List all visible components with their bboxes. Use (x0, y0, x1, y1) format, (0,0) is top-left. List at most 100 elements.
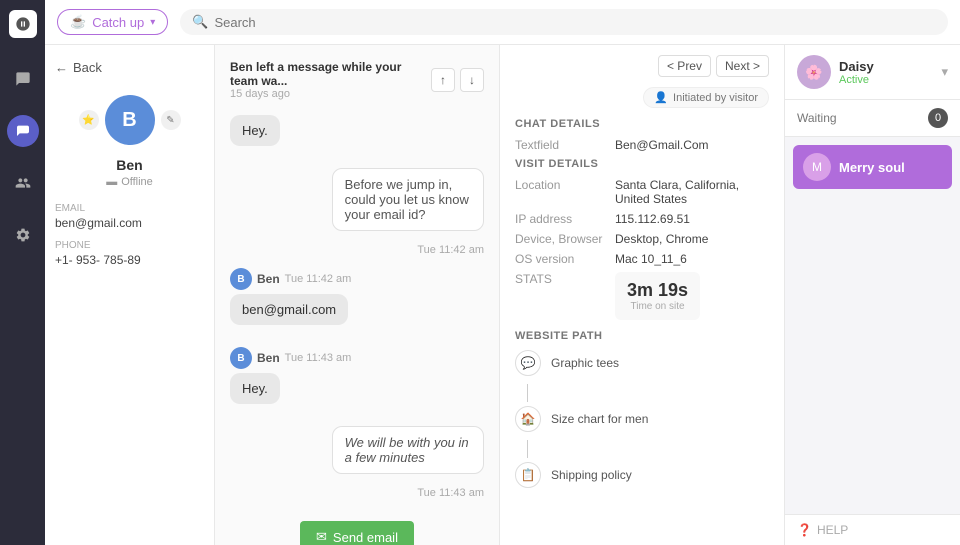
chat-header-text: Ben left a message while your team wa... (230, 60, 431, 88)
message-time: Tue 11:43 am (417, 487, 484, 499)
catch-up-label: Catch up (92, 15, 144, 30)
message-row: B Ben Tue 11:43 am Hey. (230, 347, 484, 414)
status-icon: ▬ (106, 176, 117, 188)
path-connector (527, 440, 528, 458)
message-row: Before we jump in, could you let us know… (230, 168, 484, 256)
location-row: Location Santa Clara, California, United… (515, 178, 769, 206)
message-bubble: Hey. (230, 115, 280, 146)
website-path-title: WEBSITE PATH (515, 330, 769, 342)
message-bubble: We will be with you in a few minutes (332, 426, 484, 474)
message-avatar: B (230, 347, 252, 369)
chevron-down-icon[interactable]: ▾ (941, 64, 948, 80)
message-bubble: ben@gmail.com (230, 294, 348, 325)
visit-details-title: VISIT DETAILS (515, 158, 769, 170)
chat-header-description: left a message while your team wa... (230, 60, 401, 88)
contact-status: ▬ Offline (106, 176, 153, 188)
cup-icon: ☕ (70, 14, 86, 30)
ip-label: IP address (515, 212, 615, 226)
back-button[interactable]: ← Back (55, 60, 204, 75)
message-sender-name: Ben (257, 272, 280, 286)
ip-value: 115.112.69.51 (615, 212, 690, 226)
catch-up-button[interactable]: ☕ Catch up ▾ (57, 9, 168, 35)
stats-label: STATS (515, 272, 615, 320)
right-panel: 🌸 Daisy Active ▾ Waiting 0 M Merry soul … (785, 45, 960, 545)
contact-sidebar: ← Back ⭐ B ✎ Ben ▬ Offline (45, 45, 215, 545)
prev-button[interactable]: < Prev (658, 55, 711, 77)
stats-box: 3m 19s Time on site (615, 272, 700, 320)
agent-status: Active (839, 74, 874, 86)
main-container: ☕ Catch up ▾ 🔍 ← Back ⭐ B (45, 0, 960, 545)
path-label-1: Size chart for men (551, 412, 648, 426)
email-label: EMAIL (55, 203, 204, 214)
stats-time: 3m 19s (627, 280, 688, 301)
initiated-badge: 👤 Initiated by visitor (643, 87, 769, 108)
agent-avatar: 🌸 (797, 55, 831, 89)
nav-contacts-icon[interactable] (7, 167, 39, 199)
contact-star-button[interactable]: ⭐ (79, 110, 99, 130)
conversation-avatar: M (803, 153, 831, 181)
stats-subtitle: Time on site (627, 301, 688, 312)
contact-info: ⭐ B ✎ Ben ▬ Offline (55, 95, 204, 188)
message-time: Tue 11:42 am (417, 244, 484, 256)
textfield-label: Textfield (515, 138, 615, 152)
path-item: 🏠 Size chart for men (515, 406, 769, 432)
contact-edit-button[interactable]: ✎ (161, 110, 181, 130)
search-input[interactable] (214, 15, 936, 30)
details-panel: < Prev Next > 👤 Initiated by visitor CHA… (500, 45, 785, 545)
device-row: Device, Browser Desktop, Chrome (515, 232, 769, 246)
message-meta: B Ben Tue 11:43 am (230, 347, 351, 369)
message-row: Hey. (230, 115, 484, 156)
contact-name: Ben (116, 157, 142, 173)
send-email-button[interactable]: ✉ Send email (300, 521, 414, 545)
message-time-inline: Tue 11:43 am (285, 352, 352, 364)
location-value: Santa Clara, California, United States (615, 178, 769, 206)
nav-settings-icon[interactable] (7, 219, 39, 251)
search-icon: 🔍 (192, 14, 208, 30)
next-button[interactable]: Next > (716, 55, 769, 77)
website-path-list: 💬 Graphic tees 🏠 Size chart for men 📋 Sh… (515, 350, 769, 488)
agent-header: 🌸 Daisy Active ▾ (785, 45, 960, 100)
nav-conversations-icon[interactable] (7, 115, 39, 147)
nav-chat-icon[interactable] (7, 63, 39, 95)
back-arrow-icon: ← (55, 60, 68, 75)
scroll-down-button[interactable]: ↓ (460, 68, 484, 92)
textfield-value: Ben@Gmail.Com (615, 138, 709, 152)
path-icon-0: 💬 (515, 350, 541, 376)
help-label: HELP (817, 523, 848, 537)
path-item: 📋 Shipping policy (515, 462, 769, 488)
chevron-down-icon: ▾ (150, 17, 155, 28)
message-meta: B Ben Tue 11:42 am (230, 268, 351, 290)
message-bubble: Before we jump in, could you let us know… (332, 168, 484, 231)
scroll-up-button[interactable]: ↑ (431, 68, 455, 92)
chat-header: Ben left a message while your team wa...… (230, 60, 484, 100)
stats-row: STATS 3m 19s Time on site (515, 272, 769, 320)
send-email-area: ✉ Send email (230, 511, 484, 545)
contact-details: EMAIL ben@gmail.com PHONE +1- 953- 785-8… (55, 203, 204, 267)
contact-phone: +1- 953- 785-89 (55, 253, 204, 267)
chat-details-title: CHAT DETAILS (515, 118, 769, 130)
conversation-name: Merry soul (839, 160, 905, 175)
location-label: Location (515, 178, 615, 206)
waiting-count: 0 (928, 108, 948, 128)
search-bar: 🔍 (180, 9, 948, 35)
phone-label: PHONE (55, 240, 204, 251)
app-logo (9, 10, 37, 38)
avatar-area: ⭐ B ✎ (79, 95, 181, 149)
path-item: 💬 Graphic tees (515, 350, 769, 376)
os-label: OS version (515, 252, 615, 266)
message-sender-name: Ben (257, 351, 280, 365)
ip-row: IP address 115.112.69.51 (515, 212, 769, 226)
chat-area: Ben left a message while your team wa...… (215, 45, 500, 545)
path-label-0: Graphic tees (551, 356, 619, 370)
path-label-2: Shipping policy (551, 468, 632, 482)
active-conversation[interactable]: M Merry soul (793, 145, 952, 189)
message-avatar: B (230, 268, 252, 290)
device-label: Device, Browser (515, 232, 615, 246)
chat-header-info: Ben left a message while your team wa...… (230, 60, 431, 100)
contact-email: ben@gmail.com (55, 216, 204, 230)
content-area: ← Back ⭐ B ✎ Ben ▬ Offline (45, 45, 960, 545)
pagination: < Prev Next > (515, 55, 769, 77)
email-icon: ✉ (316, 529, 327, 545)
message-bubble: Hey. (230, 373, 280, 404)
back-label: Back (73, 60, 102, 75)
